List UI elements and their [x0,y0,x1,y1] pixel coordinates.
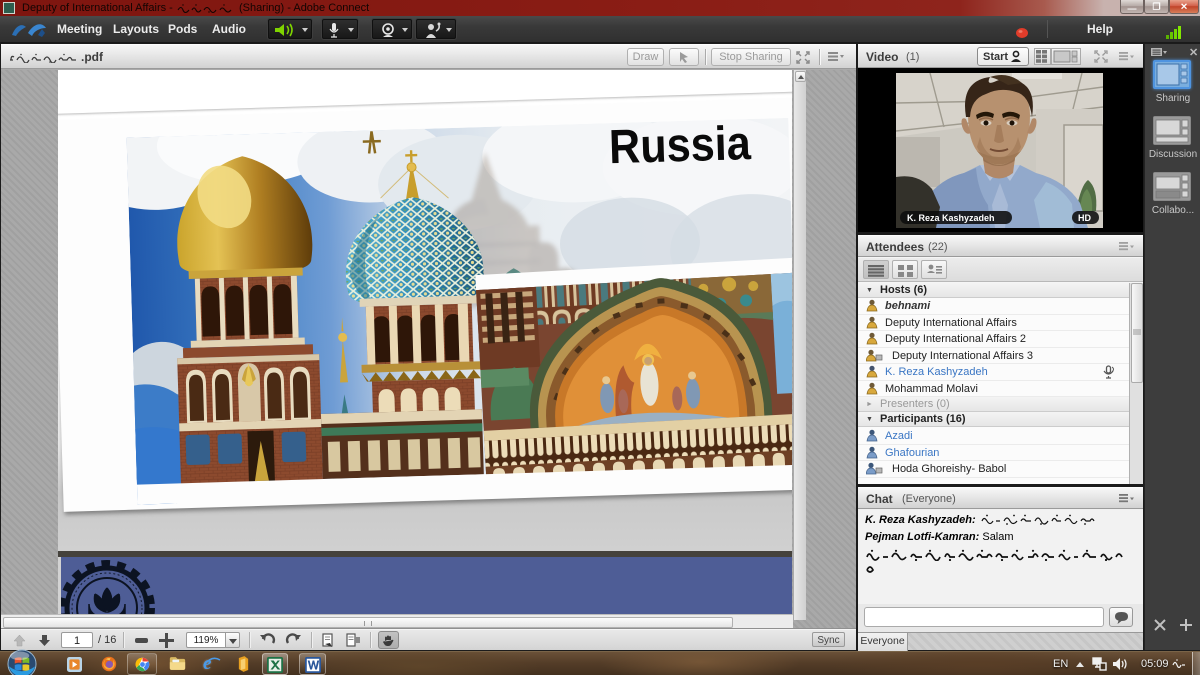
svg-text:HD: HD [1078,213,1091,223]
svg-text:K. Reza Kashyzadeh: K. Reza Kashyzadeh [907,213,995,223]
